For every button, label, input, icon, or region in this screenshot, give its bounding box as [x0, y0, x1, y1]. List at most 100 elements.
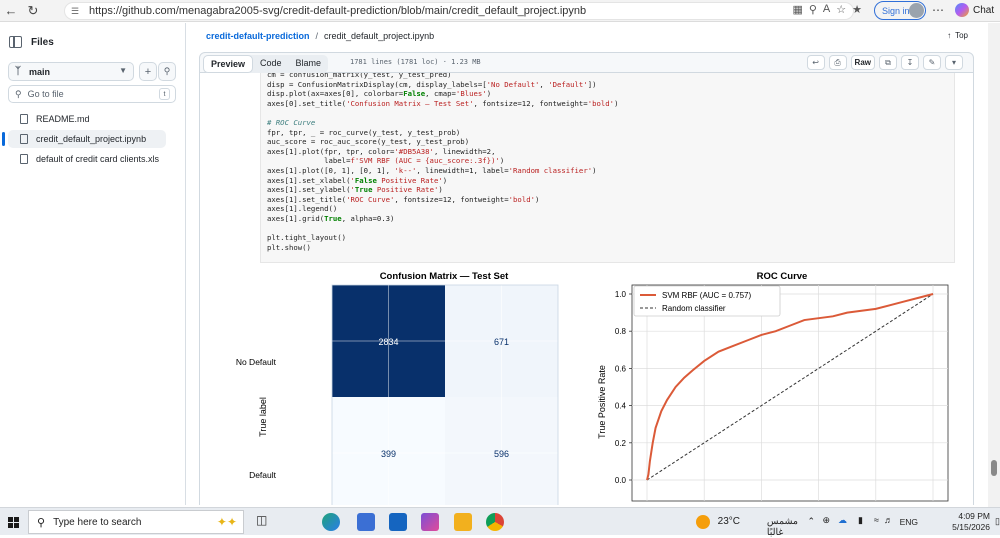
weather-temp[interactable]: 23°C	[718, 516, 740, 527]
task-view-icon[interactable]: ◫	[256, 513, 274, 531]
go-to-file-placeholder: Go to file	[27, 89, 64, 99]
windows-start-icon[interactable]	[8, 517, 19, 528]
edit-button[interactable]: ✎	[923, 55, 941, 70]
address-bar[interactable]: ☰ https://github.com/menagabra2005-svg/c…	[64, 2, 854, 20]
roc-ytick-label: 0.8	[615, 327, 627, 336]
scrollbar-thumb[interactable]	[991, 460, 997, 476]
symbols-button[interactable]: ↩	[806, 55, 825, 70]
output-figure: Confusion Matrix — Test Set 2834 671 399 59…	[236, 271, 949, 505]
tab-code[interactable]: Code	[253, 55, 289, 73]
clock[interactable]: 4:09 PM 5/15/2026	[952, 511, 990, 533]
download-icon: ↧	[906, 58, 914, 67]
back-icon[interactable]: ←	[0, 0, 22, 22]
zoom-icon[interactable]: ⚲	[809, 3, 817, 16]
search-icon: ⚲	[163, 66, 171, 76]
more-options-icon[interactable]: ⋯	[932, 3, 944, 17]
plus-icon: +	[144, 65, 152, 78]
code-line: disp.plot(ax=axes[0], colorbar=False, cm…	[267, 89, 492, 99]
cloud-icon[interactable]: ☁	[838, 515, 847, 526]
download-button[interactable]: ↧	[901, 55, 919, 70]
weather-icon[interactable]	[696, 515, 710, 529]
tab-blame[interactable]: Blame	[289, 55, 329, 73]
file-icon	[20, 114, 28, 124]
file-item-readme[interactable]: README.md	[8, 110, 166, 128]
legend-label-random: Random classifier	[662, 304, 726, 313]
file-name: default of credit card clients.xls	[36, 154, 160, 164]
network-icon[interactable]: ⊕	[822, 515, 830, 526]
page-scrollbar[interactable]	[988, 23, 1000, 507]
chevron-down-icon: ▼	[119, 66, 127, 75]
pencil-icon: ✎	[928, 58, 936, 67]
roc-plot-area: 0.0 0.2 0.4 0.6 0.8 1.0	[615, 284, 949, 502]
branch-icon: ᛉ	[15, 66, 21, 77]
file-tree-sidebar: Files ᛉ main ▼ + ⚲ ⚲ Go to file t README…	[0, 23, 186, 505]
browser-toolbar: ← ↻ ☰ https://github.com/menagabra2005-s…	[0, 0, 1000, 22]
roc-ytick-label: 0.6	[615, 364, 627, 373]
chrome-icon[interactable]	[486, 513, 504, 531]
file-icon	[20, 154, 28, 164]
file-item-xls[interactable]: default of credit card clients.xls	[8, 150, 166, 168]
print-button[interactable]: ⎙	[828, 55, 847, 70]
code-line: cm = confusion_matrix(y_test, y_test_pre…	[267, 73, 452, 79]
file-explorer-icon[interactable]	[454, 513, 472, 531]
roc-ytick-label: 0.0	[615, 476, 627, 485]
store-icon[interactable]	[357, 513, 375, 531]
go-to-file-input[interactable]: ⚲ Go to file t	[8, 85, 176, 103]
back-to-top-button[interactable]: ↑ Top	[947, 31, 968, 40]
branch-selector[interactable]: ᛉ main ▼	[8, 62, 134, 81]
legend-label-svm: SVM RBF (AUC = 0.757)	[662, 291, 751, 300]
app-icon[interactable]: ▦	[792, 3, 802, 16]
code-line: disp = ConfusionMatrixDisplay(cm, displa…	[267, 79, 597, 89]
notification-icon[interactable]: ▯	[995, 516, 1000, 527]
add-file-button[interactable]: +	[139, 62, 157, 81]
view-mode-tabs: Preview Code Blame	[203, 55, 329, 73]
breadcrumb-separator: /	[315, 31, 319, 41]
code-line: plt.show()	[267, 242, 311, 252]
breadcrumb: credit-default-prediction / credit_defau…	[206, 31, 434, 41]
wifi-icon[interactable]: ≈	[874, 515, 879, 525]
signin-button[interactable]: Sign in	[874, 1, 926, 20]
search-files-button[interactable]: ⚲	[158, 62, 176, 81]
confusion-matrix-value: 399	[381, 449, 396, 459]
file-item-notebook[interactable]: credit_default_project.ipynb	[2, 130, 166, 148]
volume-icon[interactable]: ♬	[884, 515, 893, 525]
more-edit-options-button[interactable]: ▾	[945, 55, 963, 70]
copilot-chat-button[interactable]: Chat	[955, 3, 994, 17]
battery-icon[interactable]: ▮	[858, 515, 863, 526]
raw-button[interactable]: Raw	[850, 55, 875, 70]
search-icon: ⚲	[37, 516, 46, 529]
language-indicator[interactable]: ENG	[900, 517, 918, 527]
favorites-bar-icon[interactable]: ★	[852, 3, 862, 16]
branch-name: main	[29, 66, 51, 77]
confusion-matrix-value: 2834	[378, 337, 398, 347]
file-actions: ↩ ⎙ Raw ⧉ ↧ ✎ ▾	[806, 55, 963, 70]
files-title: Files	[31, 36, 54, 48]
copy-button[interactable]: ⧉	[879, 55, 897, 70]
reload-icon[interactable]: ↻	[22, 0, 44, 22]
roc-ytick-label: 0.2	[615, 439, 627, 448]
breadcrumb-file: credit_default_project.ipynb	[324, 31, 435, 41]
site-info-icon[interactable]: ☰	[71, 6, 83, 17]
roc-ytick-label: 0.4	[615, 402, 627, 411]
row-label-no-default: No Default	[236, 357, 277, 367]
chevron-down-icon: ▾	[951, 58, 956, 67]
copilot-app-icon[interactable]	[421, 513, 439, 531]
read-aloud-icon[interactable]: A	[823, 3, 830, 16]
code-cell: cm = confusion_matrix(y_test, y_test_pre…	[260, 73, 955, 263]
roc-ytick-label: 1.0	[615, 290, 627, 299]
breadcrumb-repo-link[interactable]: credit-default-prediction	[206, 31, 310, 41]
collapse-panel-icon[interactable]	[9, 36, 22, 48]
symbols-icon: ↩	[812, 58, 819, 67]
code-line: axes[1].set_xlabel('False Positive Rate'…	[267, 175, 448, 185]
file-name: credit_default_project.ipynb	[36, 134, 147, 144]
roc-legend: SVM RBF (AUC = 0.757) Random classifier	[633, 285, 781, 317]
tab-preview[interactable]: Preview	[203, 55, 254, 73]
code-line: label=f'SVM RBF (AUC = {auc_score:.3f})'…	[267, 156, 505, 166]
outlook-icon[interactable]	[389, 513, 407, 531]
favorite-icon[interactable]: ☆	[836, 3, 846, 16]
chevron-up-icon[interactable]: ⌃	[807, 516, 815, 527]
taskbar-search-input[interactable]: ⚲ Type here to search ✦✦	[28, 510, 244, 534]
roc-ylabel: True Positive Rate	[597, 365, 607, 439]
edge-browser-icon[interactable]	[322, 513, 340, 531]
